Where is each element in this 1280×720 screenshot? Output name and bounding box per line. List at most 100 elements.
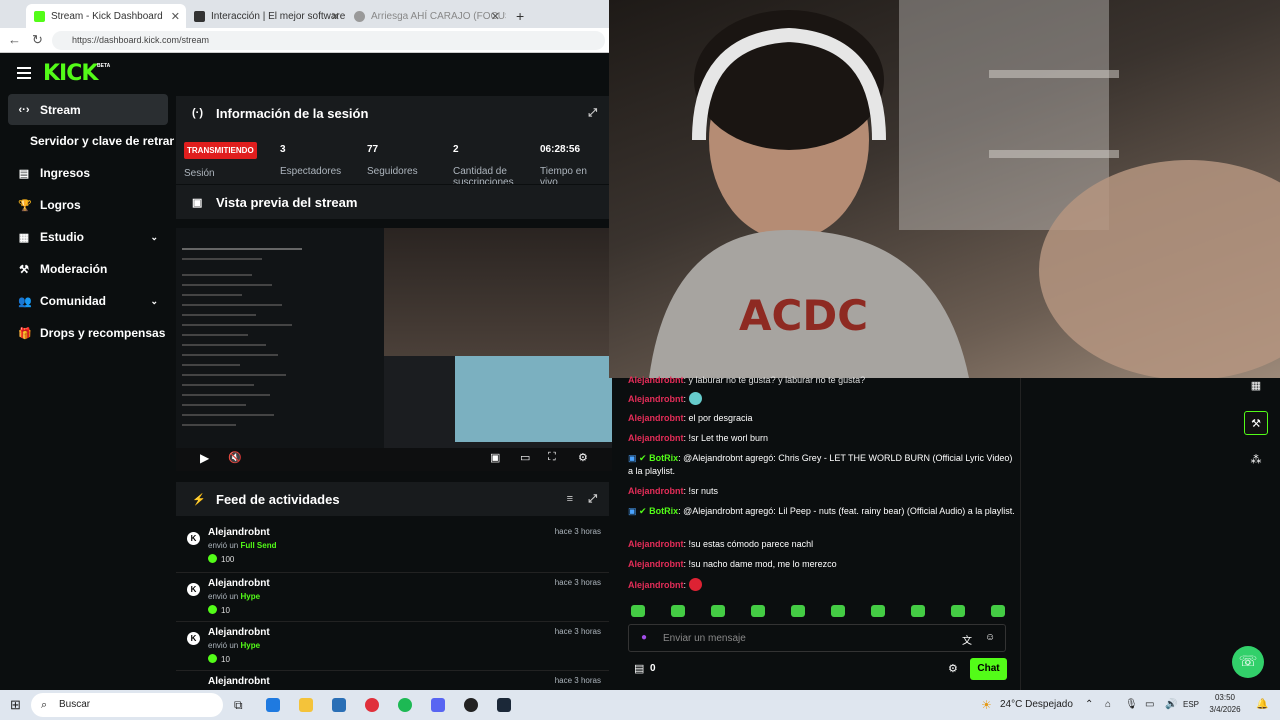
mic-icon[interactable]: 🎙 bbox=[1125, 690, 1138, 720]
theater-icon[interactable]: ▭ bbox=[520, 451, 530, 464]
feed-amount-value: 10 bbox=[221, 606, 230, 615]
obs-icon[interactable] bbox=[464, 698, 478, 712]
kick-logo[interactable]: KICK bbox=[43, 61, 98, 86]
sidebar-item-estudio[interactable]: ▦ Estudio ⌄ bbox=[8, 222, 168, 252]
apps-icon[interactable]: ⁂ bbox=[1244, 448, 1268, 472]
settings-gear-icon[interactable]: ⚙ bbox=[578, 451, 588, 464]
search-placeholder: Buscar bbox=[59, 699, 91, 710]
quick-emote-icon[interactable] bbox=[751, 605, 765, 617]
chevron-down-icon[interactable]: ⌄ bbox=[150, 296, 158, 307]
feed-user[interactable]: Alejandrobnt bbox=[208, 527, 270, 538]
preview-panel-header: ▣ Vista previa del stream bbox=[176, 185, 609, 219]
quick-emote-icon[interactable] bbox=[711, 605, 725, 617]
discord-icon[interactable] bbox=[431, 698, 445, 712]
sidebar-item-label: Stream bbox=[40, 102, 81, 117]
sidebar-item-stream[interactable]: ‹·› Stream bbox=[8, 94, 168, 125]
menu-hamburger-icon[interactable] bbox=[17, 67, 31, 79]
sidebar-item-drops[interactable]: 🎁 Drops y recompensas bbox=[8, 318, 168, 348]
help-support-icon[interactable]: ☏ bbox=[1232, 646, 1264, 678]
chat-username[interactable]: Alejandrobnt bbox=[628, 413, 684, 423]
chat-username[interactable]: Alejandrobnt bbox=[628, 375, 684, 385]
emoji-icon[interactable]: ☺ bbox=[985, 632, 995, 643]
reload-icon[interactable]: ↻ bbox=[32, 32, 43, 48]
gift-icon[interactable]: ▤ bbox=[634, 662, 644, 675]
filter-icon[interactable]: ≡ bbox=[567, 493, 573, 505]
webcam-feed: ACDC bbox=[609, 0, 1280, 378]
expand-icon[interactable]: ⤢ bbox=[588, 493, 597, 506]
stream-preview-player[interactable]: ▶ 🔇 ▣ ▭ ⛶ ⚙ bbox=[176, 228, 612, 471]
chat-message: Alejandrobnt: !sr nuts bbox=[628, 486, 719, 496]
tab-kick-dashboard[interactable]: Stream - Kick Dashboard ✕ bbox=[26, 4, 186, 28]
feed-user[interactable]: Alejandrobnt bbox=[208, 627, 270, 638]
dashboard-icon[interactable]: ▦ bbox=[1244, 374, 1268, 398]
chat-send-button[interactable]: Chat bbox=[970, 658, 1007, 680]
microphone-icon[interactable]: ● bbox=[641, 632, 647, 643]
quick-emote-icon[interactable] bbox=[791, 605, 805, 617]
close-tab-icon[interactable]: ✕ bbox=[491, 10, 500, 23]
battery-icon[interactable]: ▭ bbox=[1145, 690, 1154, 720]
quick-emote-icon[interactable] bbox=[951, 605, 965, 617]
sidebar-item-ingresos[interactable]: ▤ Ingresos bbox=[8, 158, 168, 188]
clock[interactable]: 03:50 3/4/2026 bbox=[1208, 693, 1242, 714]
chat-username[interactable]: BotRix bbox=[649, 506, 678, 516]
notifications-icon[interactable]: 🔔 bbox=[1256, 690, 1268, 720]
revenue-icon: ▤ bbox=[18, 167, 30, 180]
spotify-icon[interactable] bbox=[398, 698, 412, 712]
tab-arriesga[interactable]: Arriesga AHÍ CARAJO (FOCUS) ✕ bbox=[346, 4, 506, 28]
preview-webcam bbox=[384, 228, 612, 356]
language-indicator[interactable]: ESP bbox=[1183, 690, 1199, 720]
sleeping-tab-icon bbox=[354, 10, 365, 22]
feed-user[interactable]: Alejandrobnt bbox=[208, 676, 270, 687]
url-field[interactable]: https://dashboard.kick.com/stream bbox=[52, 31, 605, 50]
quick-emote-icon[interactable] bbox=[991, 605, 1005, 617]
edge-icon[interactable] bbox=[266, 698, 280, 712]
feed-user[interactable]: Alejandrobnt bbox=[208, 578, 270, 589]
weather-text[interactable]: 24°C Despejado bbox=[1000, 690, 1073, 720]
sidebar-item-server-key[interactable]: Servidor y clave de retransmisión bbox=[8, 126, 174, 156]
chat-username[interactable]: Alejandrobnt bbox=[628, 394, 684, 404]
chat-username[interactable]: BotRix bbox=[649, 453, 678, 463]
steam-icon[interactable] bbox=[497, 698, 511, 712]
task-view-icon[interactable]: ⧉ bbox=[234, 690, 243, 720]
play-icon[interactable]: ▶ bbox=[200, 451, 209, 465]
chat-username[interactable]: Alejandrobnt bbox=[628, 580, 684, 590]
fullscreen-icon[interactable]: ⛶ bbox=[548, 451, 556, 464]
wrench-tool-icon[interactable]: ⚒ bbox=[1244, 411, 1268, 435]
feed-time: hace 3 horas bbox=[554, 578, 601, 587]
sidebar-item-comunidad[interactable]: 👥 Comunidad ⌄ bbox=[8, 286, 168, 316]
expand-icon[interactable]: ⤢ bbox=[588, 107, 597, 120]
close-tab-icon[interactable]: ✕ bbox=[331, 10, 340, 23]
windows-start-icon[interactable]: ⊞ bbox=[10, 690, 21, 720]
quick-emote-icon[interactable] bbox=[631, 605, 645, 617]
chat-username[interactable]: Alejandrobnt bbox=[628, 539, 684, 549]
file-explorer-icon[interactable] bbox=[299, 698, 313, 712]
chat-username[interactable]: Alejandrobnt bbox=[628, 433, 684, 443]
chat-username[interactable]: Alejandrobnt bbox=[628, 486, 684, 496]
pip-icon[interactable]: ▣ bbox=[490, 451, 500, 464]
chat-input-field[interactable]: ● Enviar un mensaje 文 ☺ bbox=[628, 624, 1006, 652]
new-tab-button[interactable]: + bbox=[508, 4, 528, 28]
translate-icon[interactable]: 文 bbox=[962, 632, 972, 647]
sidebar-item-moderacion[interactable]: ⚒ Moderación bbox=[8, 254, 168, 284]
taskbar-search[interactable]: ⌕ Buscar bbox=[31, 693, 223, 717]
opera-icon[interactable] bbox=[365, 698, 379, 712]
close-tab-icon[interactable]: ✕ bbox=[171, 10, 180, 23]
chat-username[interactable]: Alejandrobnt bbox=[628, 559, 684, 569]
right-empty-panel bbox=[1020, 378, 1280, 690]
chevron-down-icon[interactable]: ⌄ bbox=[150, 232, 158, 243]
chat-message: Alejandrobnt: !su estas cómodo parece na… bbox=[628, 539, 814, 549]
quick-emote-icon[interactable] bbox=[871, 605, 885, 617]
volume-icon[interactable]: 🔊 bbox=[1165, 690, 1177, 720]
tray-chevron-icon[interactable]: ⌃ bbox=[1085, 690, 1093, 720]
network-icon[interactable]: ⌂ bbox=[1105, 690, 1111, 720]
quick-emote-icon[interactable] bbox=[831, 605, 845, 617]
mute-icon[interactable]: 🔇 bbox=[228, 451, 242, 464]
chat-settings-gear-icon[interactable]: ⚙ bbox=[948, 662, 958, 675]
quick-emote-icon[interactable] bbox=[671, 605, 685, 617]
quick-emote-icon[interactable] bbox=[911, 605, 925, 617]
app-icon[interactable] bbox=[332, 698, 346, 712]
sidebar-item-logros[interactable]: 🏆 Logros bbox=[8, 190, 168, 220]
tab-interaccion[interactable]: Interacción | El mejor software ✕ bbox=[186, 4, 346, 28]
back-arrow-icon[interactable]: ← bbox=[8, 32, 21, 47]
feed-gift-name: Hype bbox=[240, 641, 261, 650]
